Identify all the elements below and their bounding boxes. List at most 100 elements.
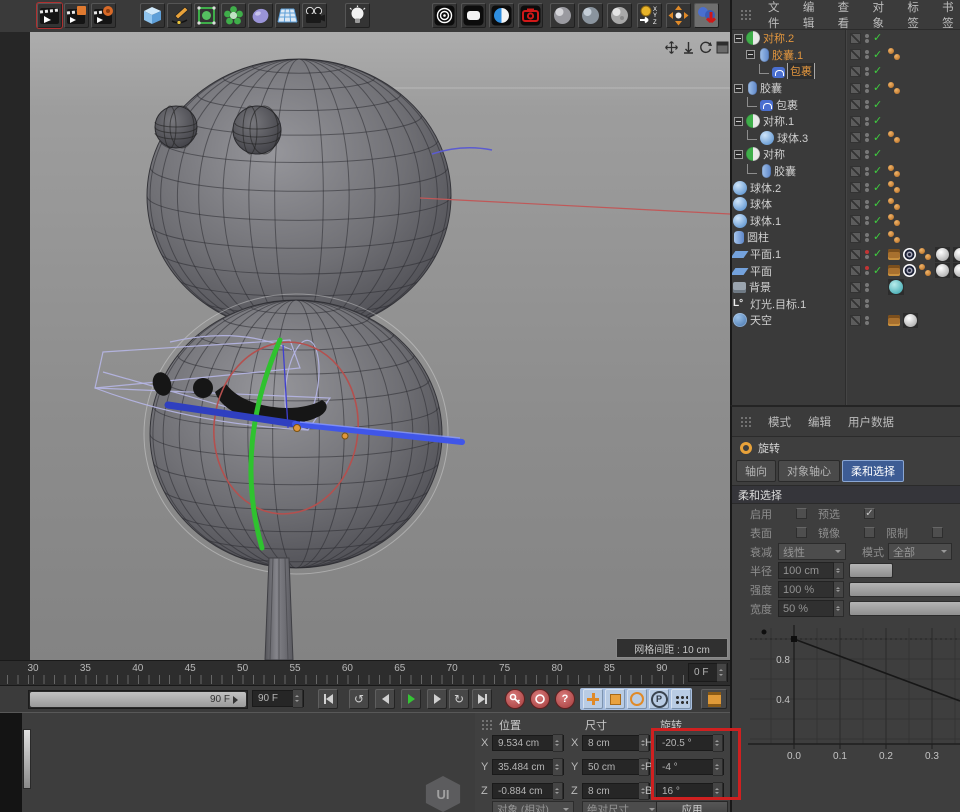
expander-icon[interactable] bbox=[734, 33, 743, 43]
layer-toggle-icon[interactable] bbox=[850, 215, 861, 227]
expander-icon[interactable] bbox=[734, 116, 743, 126]
object-label[interactable]: 包裹 bbox=[787, 63, 815, 80]
clapper-settings-icon[interactable] bbox=[91, 3, 116, 28]
object-label[interactable]: 平面.1 bbox=[750, 246, 781, 262]
next-key-button[interactable]: ↻ bbox=[449, 689, 469, 709]
object-row[interactable]: 包裹 ✓ bbox=[732, 63, 960, 80]
object-label[interactable]: 圆柱 bbox=[747, 229, 769, 245]
limit-checkbox[interactable] bbox=[932, 527, 943, 538]
visibility-dots[interactable] bbox=[864, 265, 870, 276]
eye-sphere-right[interactable] bbox=[232, 105, 282, 155]
gizmo-handle-dot[interactable] bbox=[341, 432, 349, 440]
record-keyframe-button[interactable] bbox=[505, 689, 525, 709]
object-label[interactable]: 球体.1 bbox=[750, 213, 781, 229]
layer-toggle-icon[interactable] bbox=[850, 231, 861, 243]
visibility-dots[interactable] bbox=[864, 199, 870, 210]
render-picture-viewer-icon[interactable] bbox=[518, 3, 543, 28]
layer-toggle-icon[interactable] bbox=[850, 248, 861, 260]
menu-userdata[interactable]: 用户数据 bbox=[848, 414, 894, 430]
rotate-icon[interactable] bbox=[698, 40, 712, 54]
falloff-curve-graph[interactable]: 0.8 0.4 0.0 0.1 0.2 0.3 bbox=[732, 620, 960, 812]
enabled-check-icon[interactable]: ✓ bbox=[873, 248, 885, 260]
menu-file[interactable]: 文件 bbox=[768, 0, 786, 31]
enable-checkbox[interactable] bbox=[796, 508, 807, 519]
size-x-field[interactable]: 8 cm bbox=[582, 734, 650, 752]
visibility-dots[interactable] bbox=[864, 249, 870, 260]
pos-x-field[interactable]: 9.534 cm bbox=[492, 734, 564, 752]
object-label[interactable]: 平面 bbox=[750, 263, 772, 279]
pan-icon[interactable] bbox=[664, 40, 678, 54]
panel-drag-handle-icon[interactable] bbox=[740, 9, 751, 20]
expander-icon[interactable] bbox=[734, 149, 743, 159]
enabled-check-icon[interactable]: ✓ bbox=[873, 32, 885, 44]
orange-dots-tag[interactable] bbox=[888, 197, 901, 211]
object-row[interactable]: 圆柱 ✓ bbox=[732, 229, 960, 246]
panel-drag-handle-icon[interactable] bbox=[740, 416, 751, 427]
enabled-check-icon[interactable]: ✓ bbox=[873, 182, 885, 194]
radius-slider[interactable] bbox=[849, 563, 893, 578]
orange-dots-tag[interactable] bbox=[888, 214, 901, 227]
metaball-primitive-icon[interactable] bbox=[248, 3, 273, 28]
goto-end-button[interactable] bbox=[472, 689, 492, 709]
orange-dots-tag[interactable] bbox=[888, 181, 901, 194]
menu-edit[interactable]: 编辑 bbox=[808, 414, 831, 430]
light-tool-icon[interactable] bbox=[345, 3, 370, 28]
size-z-field[interactable]: 8 cm bbox=[582, 782, 650, 800]
compositing-tag[interactable] bbox=[888, 265, 900, 277]
current-frame-field[interactable]: 90 F bbox=[252, 689, 304, 708]
pen-spline-icon[interactable] bbox=[167, 3, 192, 28]
mat-white-tag[interactable] bbox=[935, 246, 950, 262]
compositing-tag[interactable] bbox=[888, 314, 900, 326]
enabled-check-icon[interactable]: ✓ bbox=[873, 215, 885, 227]
layer-toggle-icon[interactable] bbox=[850, 82, 861, 94]
visibility-dots[interactable] bbox=[864, 33, 870, 44]
prev-frame-button[interactable] bbox=[375, 689, 395, 709]
mat-teal-tag[interactable] bbox=[888, 279, 904, 296]
layer-toggle-icon[interactable] bbox=[850, 182, 861, 194]
radius-stepper[interactable] bbox=[834, 562, 844, 579]
orange-dots-tag[interactable] bbox=[888, 131, 901, 144]
object-label[interactable]: 胶囊.1 bbox=[772, 47, 803, 63]
coords-mode-dropdown[interactable]: 对象 (相对) bbox=[492, 801, 574, 812]
preselect-checkbox[interactable]: ✓ bbox=[864, 508, 875, 519]
expander-icon[interactable] bbox=[746, 50, 755, 60]
enabled-check-icon[interactable]: ✓ bbox=[873, 198, 885, 210]
pos-z-field[interactable]: -0.884 cm bbox=[492, 782, 564, 800]
object-row[interactable]: 球体 ✓ bbox=[732, 196, 960, 213]
layer-toggle-icon[interactable] bbox=[850, 281, 861, 293]
layer-toggle-icon[interactable] bbox=[850, 265, 861, 277]
layer-toggle-icon[interactable] bbox=[850, 198, 861, 210]
range-end-stepper[interactable] bbox=[717, 663, 727, 682]
grid-plane-icon[interactable] bbox=[275, 3, 300, 28]
enabled-check-icon[interactable]: ✓ bbox=[873, 49, 885, 61]
size-y-field[interactable]: 50 cm bbox=[582, 758, 650, 776]
enabled-check-icon[interactable]: ✓ bbox=[873, 165, 885, 177]
goto-start-button[interactable] bbox=[318, 689, 338, 709]
object-row[interactable]: 对称.1 ✓ bbox=[732, 113, 960, 130]
next-frame-button[interactable] bbox=[427, 689, 447, 709]
object-label[interactable]: 对称 bbox=[763, 146, 785, 162]
object-row[interactable]: L° 灯光.目标.1 bbox=[732, 296, 960, 313]
strength-slider[interactable] bbox=[849, 582, 960, 597]
material-sphere-2-icon[interactable] bbox=[578, 3, 603, 28]
menu-mode[interactable]: 模式 bbox=[768, 414, 791, 430]
key-position-toggle[interactable] bbox=[583, 689, 603, 709]
menu-bookmarks[interactable]: 书签 bbox=[942, 0, 960, 31]
orange-dots-tag[interactable] bbox=[919, 264, 932, 277]
coordinates-manager-icon[interactable]: XYZ bbox=[637, 3, 662, 28]
visibility-dots[interactable] bbox=[864, 99, 870, 110]
frame-stepper[interactable] bbox=[293, 689, 303, 708]
timeline-film-button[interactable] bbox=[701, 689, 727, 709]
visibility-dots[interactable] bbox=[864, 149, 870, 160]
falloff-curve[interactable] bbox=[793, 638, 960, 702]
render-settings-icon[interactable] bbox=[489, 3, 514, 28]
object-row[interactable]: 对称.2 ✓ bbox=[732, 30, 960, 47]
clapper-preview-icon[interactable] bbox=[36, 2, 63, 29]
key-scale-toggle[interactable] bbox=[605, 689, 625, 709]
apply-button[interactable]: 应用 bbox=[656, 801, 728, 812]
layer-toggle-icon[interactable] bbox=[850, 165, 861, 177]
visibility-dots[interactable] bbox=[864, 182, 870, 193]
layer-toggle-icon[interactable] bbox=[850, 132, 861, 144]
object-label[interactable]: 球体.3 bbox=[777, 130, 808, 146]
enabled-check-icon[interactable]: ✓ bbox=[873, 132, 885, 144]
